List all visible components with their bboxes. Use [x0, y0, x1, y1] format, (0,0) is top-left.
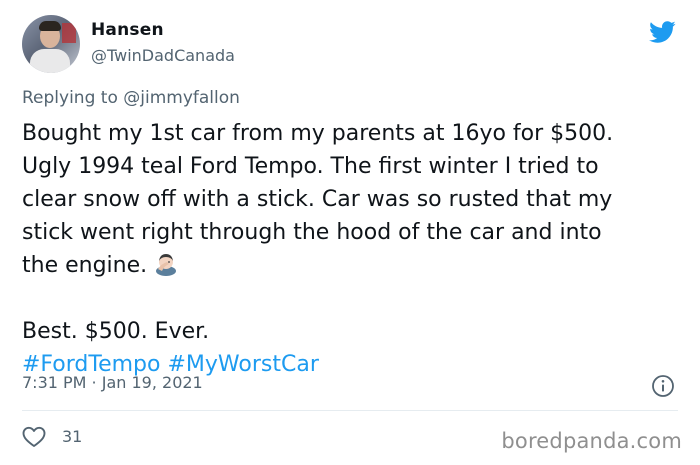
avatar-shirt: [30, 49, 70, 73]
reply-prefix: Replying to: [22, 88, 118, 108]
tweet-line: Ugly 1994 teal Ford Tempo. The first win…: [22, 154, 599, 179]
tweet-spacer: [22, 282, 687, 315]
avatar-hair: [39, 21, 61, 31]
tweet-line: Bought my 1st car from my parents at 16y…: [22, 121, 614, 146]
tweet-closing-line: Best. $500. Ever.: [22, 319, 210, 344]
divider: [22, 410, 678, 411]
man-facepalming-emoji-icon: [156, 254, 177, 276]
info-icon[interactable]: [651, 374, 675, 398]
tweet-line: clear snow off with a stick. Car was so …: [22, 187, 613, 212]
tweet-line-with-emoji: the engine.: [22, 249, 687, 282]
tweet-timestamp[interactable]: 7:31 PM · Jan 19, 2021: [22, 373, 203, 392]
avatar-background-sign: [62, 23, 76, 43]
tweet-text: Bought my 1st car from my parents at 16y…: [22, 117, 687, 381]
tweet-line: stick went right through the hood of the…: [22, 220, 602, 245]
heart-icon[interactable]: [22, 426, 46, 448]
reply-context: Replying to @jimmyfallon: [22, 88, 240, 108]
author-handle[interactable]: @TwinDadCanada: [91, 46, 235, 65]
author-display-name[interactable]: Hansen: [91, 20, 164, 40]
like-count: 31: [62, 427, 83, 446]
source-watermark: boredpanda.com: [501, 429, 682, 453]
reply-mention-link[interactable]: @jimmyfallon: [123, 88, 240, 108]
twitter-bird-icon[interactable]: [646, 18, 678, 46]
tweet-line: the engine.: [22, 253, 148, 278]
avatar[interactable]: [22, 15, 80, 73]
